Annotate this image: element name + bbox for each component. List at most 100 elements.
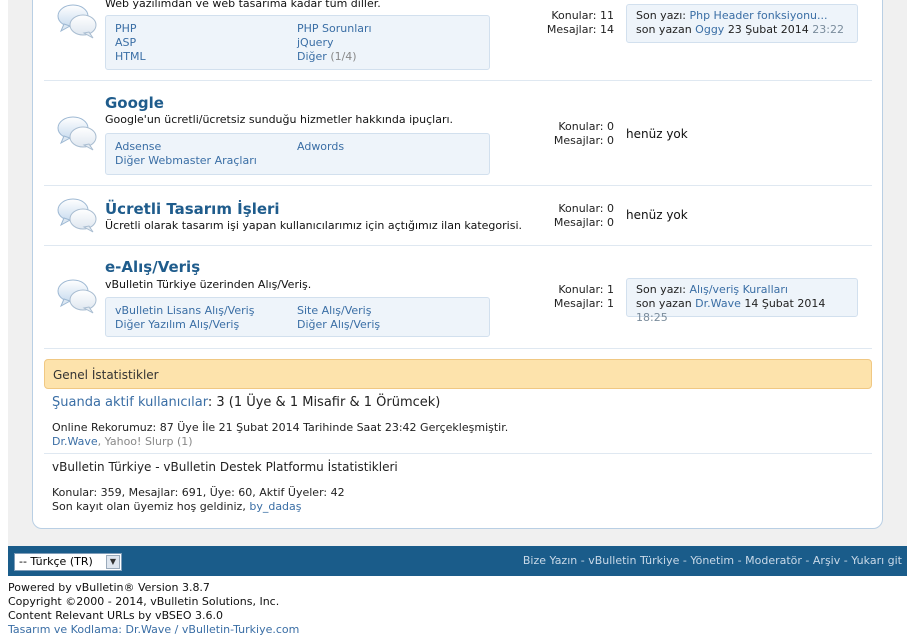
forum-stats: Konular: 1 Mesajlar: 1 (514, 283, 614, 311)
subforum-link-adwords[interactable]: Adwords (297, 140, 344, 153)
forum-read-icon (56, 2, 98, 40)
subforum-label: Diğer (297, 50, 327, 63)
last-post-date: 14 Şubat 2014 (744, 297, 826, 310)
active-users-line: Şuanda aktif kullanıcılar: 3 (1 Üye & 1 … (52, 395, 440, 410)
footer-link-top[interactable]: Yukarı git (851, 554, 902, 567)
posts-count: 14 (600, 23, 614, 36)
subforum-list: vBulletin Lisans Alış/Veriş Site Alış/Ve… (105, 297, 490, 337)
last-post-box: Son yazı: Alış/veriş Kuralları son yazan… (626, 278, 858, 324)
forum-title-link[interactable]: Ücretli Tasarım İşleri (105, 200, 280, 218)
forum-read-icon (56, 114, 98, 152)
posts-count: 1 (607, 297, 614, 310)
site-stats-title: vBulletin Türkiye - vBulletin Destek Pla… (52, 460, 398, 474)
last-post-title-link[interactable]: Alış/veriş Kuralları (689, 283, 788, 296)
general-stats-header[interactable]: Genel İstatistikler (44, 359, 872, 389)
subforum-link-php-sorunlari[interactable]: PHP Sorunları (297, 22, 372, 35)
topics-count: 11 (600, 9, 614, 22)
last-post-user-link[interactable]: Dr.Wave (695, 297, 741, 310)
subforum-link-yazilim-alisveris[interactable]: Diğer Yazılım Alış/Veriş (115, 318, 239, 331)
design-credit-link[interactable]: Dr.Wave / vBulletin-Turkiye.com (126, 623, 300, 636)
last-post-box: Son yazı: Php Header fonksiyonu... son y… (626, 4, 858, 43)
subforum-link-php[interactable]: PHP (115, 22, 137, 35)
subforum-link-adsense[interactable]: Adsense (115, 140, 161, 153)
subforum-link-site-alisveris[interactable]: Site Alış/Veriş (297, 304, 371, 317)
last-post-time: 23:22 (812, 23, 844, 36)
design-credit: Tasarım ve Kodlama: Dr.Wave / vBulletin-… (8, 623, 299, 637)
forum-row-web-languages: Web yazılımdan ve web tasarıma kadar tüm… (44, 0, 872, 81)
forum-title-link[interactable]: Google (105, 94, 164, 112)
chevron-down-icon[interactable]: ▼ (106, 555, 120, 569)
footer-separator: - (840, 554, 852, 567)
powered-by: Powered by vBulletin® Version 3.8.7 (8, 581, 210, 594)
welcome-text: Son kayıt olan üyemiz hoş geldiniz, (52, 500, 250, 513)
forum-description: vBulletin Türkiye üzerinden Alış/Veriş. (105, 278, 312, 291)
copyright-block: Powered by vBulletin® Version 3.8.7 Copy… (8, 581, 299, 637)
footer-link-moderator[interactable]: Moderatör (745, 554, 802, 567)
forum-stats: Konular: 0 Mesajlar: 0 (514, 120, 614, 148)
last-post-time: 18:25 (636, 311, 668, 324)
subforum-list: PHP PHP Sorunları ASP jQuery HTML Diğer … (105, 15, 490, 70)
forum-row-paid-design: Ücretli Tasarım İşleri Ücretli olarak ta… (44, 186, 872, 246)
last-post-user-link[interactable]: Oggy (695, 23, 724, 36)
footer-separator: - (801, 554, 813, 567)
posts-count: 0 (607, 216, 614, 229)
last-post-title-link[interactable]: Php Header fonksiyonu... (689, 9, 827, 22)
subforum-link-jquery[interactable]: jQuery (297, 36, 334, 49)
posts-label: Mesajlar: (553, 297, 604, 310)
vbseo-notice: Content Relevant URLs by vBSEO 3.6.0 (8, 609, 223, 622)
forum-stats: Konular: 0 Mesajlar: 0 (514, 202, 614, 230)
forum-read-icon (56, 277, 98, 315)
subforum-link-diger-alisveris[interactable]: Diğer Alış/Veriş (297, 318, 380, 331)
posts-label: Mesajlar: (553, 216, 604, 229)
welcome-line: Son kayıt olan üyemiz hoş geldiniz, by_d… (52, 500, 302, 513)
topics-count: 0 (607, 120, 614, 133)
posts-count: 0 (607, 134, 614, 147)
subforum-link-html[interactable]: HTML (115, 50, 146, 63)
online-bots: , Yahoo! Slurp (1) (97, 435, 193, 448)
forum-row-e-alisveris: e-Alış/Veriş vBulletin Türkiye üzerinden… (44, 246, 872, 349)
topics-label: Konular: (558, 202, 604, 215)
footer-link-home[interactable]: vBulletin Türkiye (588, 554, 679, 567)
online-record: Online Rekorumuz: 87 Üye İle 21 Şubat 20… (52, 421, 509, 434)
footer-link-archive[interactable]: Arşiv (813, 554, 840, 567)
general-stats-title: Genel İstatistikler (53, 368, 159, 382)
site-stats-text: Konular: 359, Mesajlar: 691, Üye: 60, Ak… (52, 486, 345, 499)
forum-title-link[interactable]: e-Alış/Veriş (105, 258, 200, 276)
footer-link-admin[interactable]: Yönetim (690, 554, 734, 567)
subforum-link-diger[interactable]: Diğer (1/4) (297, 50, 357, 63)
stats-divider (44, 453, 872, 454)
copyright-notice: Copyright ©2000 - 2014, vBulletin Soluti… (8, 595, 280, 608)
subforum-link-vbulletin-lisans[interactable]: vBulletin Lisans Alış/Veriş (115, 304, 254, 317)
forum-description: Ücretli olarak tasarım işi yapan kullanı… (105, 219, 522, 232)
last-post-by-label: son yazan (636, 23, 692, 36)
footer-bar: -- Türkçe (TR) ▼ Bize Yazın - vBulletin … (8, 546, 907, 576)
posts-label: Mesajlar: (546, 23, 597, 36)
subforum-link-webmaster-tools[interactable]: Diğer Webmaster Araçları (115, 154, 257, 167)
subforum-link-asp[interactable]: ASP (115, 36, 136, 49)
footer-separator: - (734, 554, 746, 567)
posts-label: Mesajlar: (553, 134, 604, 147)
active-users-text: : 3 (1 Üye & 1 Misafir & 1 Örümcek) (207, 395, 441, 410)
forum-read-icon (56, 196, 98, 234)
subforum-count: (1/4) (330, 50, 357, 63)
subforum-list: Adsense Adwords Diğer Webmaster Araçları (105, 133, 490, 175)
last-post-by-label: son yazan (636, 297, 692, 310)
footer-separator: - (679, 554, 691, 567)
language-value: -- Türkçe (TR) (19, 555, 93, 568)
forum-description: Web yazılımdan ve web tasarıma kadar tüm… (105, 0, 381, 10)
no-post-text: henüz yok (626, 127, 688, 141)
online-users-list: Dr.Wave, Yahoo! Slurp (1) (52, 435, 193, 448)
online-user-link[interactable]: Dr.Wave (52, 435, 98, 448)
topics-count: 0 (607, 202, 614, 215)
forum-description: Google'un ücretli/ücretsiz sunduğu hizme… (105, 113, 454, 126)
topics-label: Konular: (551, 9, 597, 22)
footer-link-contact[interactable]: Bize Yazın (523, 554, 577, 567)
topics-count: 1 (607, 283, 614, 296)
language-select[interactable]: -- Türkçe (TR) ▼ (14, 553, 122, 571)
active-users-link[interactable]: Şuanda aktif kullanıcılar (52, 395, 208, 410)
newest-member-link[interactable]: by_dadaş (249, 500, 301, 513)
forum-stats: Konular: 11 Mesajlar: 14 (514, 9, 614, 37)
topics-label: Konular: (558, 120, 604, 133)
no-post-text: henüz yok (626, 208, 688, 222)
last-post-prefix: Son yazı: (636, 9, 686, 22)
